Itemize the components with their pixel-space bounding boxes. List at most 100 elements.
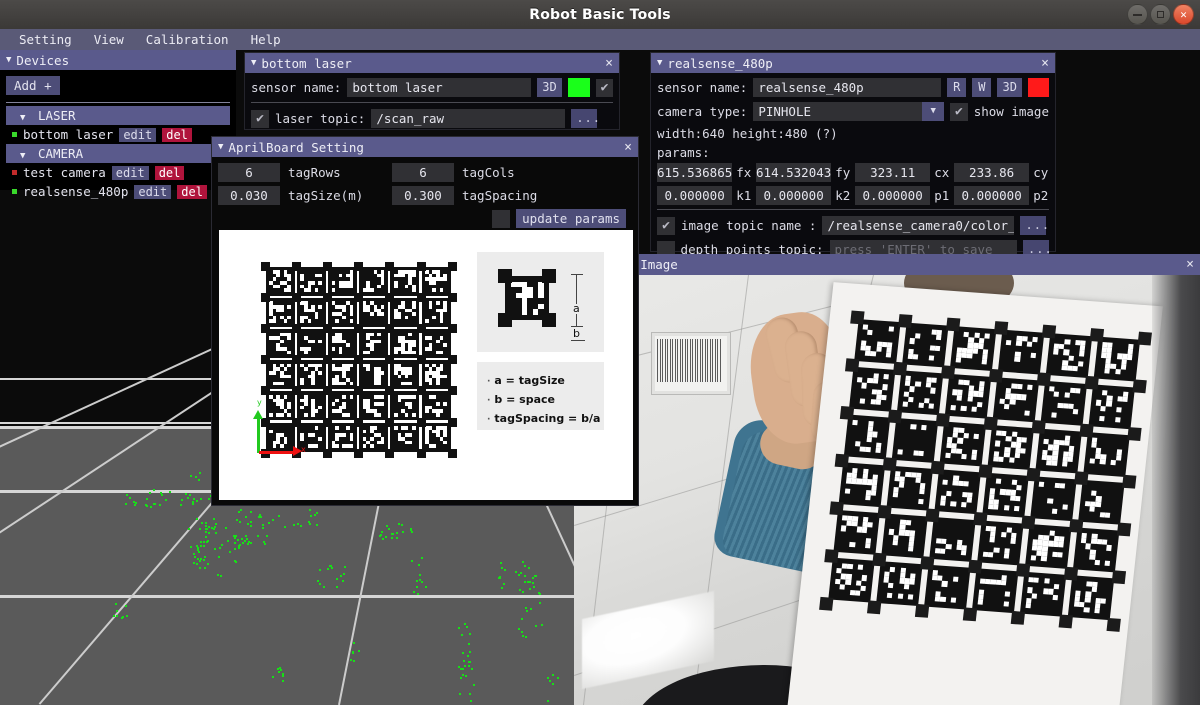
tag-dimension-legend: a b xyxy=(477,252,604,352)
sensor-name-label: sensor name: xyxy=(251,80,342,95)
device-group-laser[interactable]: ▼ LASER xyxy=(6,106,230,125)
devices-panel-body: Add + ▼ LASER bottom laser edit del ▼ CA… xyxy=(0,70,236,199)
camera-type-value: PINHOLE xyxy=(758,104,811,119)
p1-input[interactable]: 0.000000 xyxy=(855,186,931,205)
close-icon[interactable]: × xyxy=(1186,257,1194,272)
add-device-button[interactable]: Add + xyxy=(6,76,60,95)
list-item[interactable]: realsense_480p edit del xyxy=(6,182,230,201)
tag-size-input[interactable]: 0.030 xyxy=(218,186,280,205)
device-name: realsense_480p xyxy=(23,184,129,199)
chevron-down-icon[interactable]: ▼ xyxy=(218,142,223,152)
delete-button[interactable]: del xyxy=(154,165,185,180)
view-3d-button[interactable]: 3D xyxy=(537,78,562,97)
menu-item-view[interactable]: View xyxy=(83,30,135,49)
image-view-window: se_480p Image × xyxy=(574,254,1200,705)
minimize-icon[interactable] xyxy=(1127,4,1148,25)
laser-topic-input[interactable]: /scan_raw xyxy=(371,109,566,128)
cx-input[interactable]: 323.11 xyxy=(855,163,931,182)
chevron-down-icon[interactable]: ▼ xyxy=(20,113,25,123)
camera-type-row: camera type: PINHOLE ▼ ✔ show image xyxy=(657,102,1049,121)
axis-y-arrow xyxy=(253,410,263,419)
close-icon[interactable]: × xyxy=(605,56,613,71)
k1-label: k1 xyxy=(736,188,752,203)
delete-button[interactable]: del xyxy=(177,184,207,199)
update-params-checkbox[interactable] xyxy=(492,209,511,228)
laser-topic-checkbox[interactable]: ✔ xyxy=(251,109,269,128)
list-item[interactable]: bottom laser edit del xyxy=(6,125,230,144)
close-icon[interactable]: × xyxy=(624,140,632,155)
delete-button[interactable]: del xyxy=(162,127,192,142)
chevron-down-icon[interactable]: ▼ xyxy=(657,58,662,68)
image-topic-input[interactable]: /realsense_camera0/color_imag xyxy=(822,216,1015,235)
device-group-camera[interactable]: ▼ CAMERA xyxy=(6,144,230,163)
p1-label: p1 xyxy=(934,188,950,203)
divider xyxy=(657,209,1049,210)
edit-button[interactable]: edit xyxy=(134,184,172,199)
laser-enable-checkbox[interactable]: ✔ xyxy=(596,78,613,97)
params-label: params: xyxy=(657,145,710,160)
legend-text-box: · a = tagSize · b = space · tagSpacing = b/… xyxy=(477,362,604,430)
sensor-name-input[interactable]: realsense_480p xyxy=(753,78,942,97)
bullet-icon: · xyxy=(487,377,491,387)
sensor-name-row: sensor name: realsense_480p R W 3D xyxy=(657,78,1049,97)
cy-input[interactable]: 233.86 xyxy=(954,163,1030,182)
k2-input[interactable]: 0.000000 xyxy=(756,186,832,205)
bottom-laser-title: bottom laser xyxy=(261,55,352,71)
p2-label: p2 xyxy=(1033,188,1049,203)
bullet-icon: · xyxy=(487,396,491,406)
chevron-down-icon[interactable]: ▼ xyxy=(20,151,25,161)
close-icon[interactable]: × xyxy=(1041,56,1049,71)
menu-item-help[interactable]: Help xyxy=(240,30,292,49)
read-button[interactable]: R xyxy=(947,78,967,97)
devices-panel-header[interactable]: ▼ Devices xyxy=(0,50,236,70)
aprilboard-preview: y x a b · a = tagSize · b = space · tagSpac… xyxy=(219,230,633,500)
sensor-name-input[interactable]: bottom laser xyxy=(347,78,532,97)
apriltag-board-photo xyxy=(815,310,1152,681)
tag-rows-cols-row: 6 tagRows 6 tagCols xyxy=(218,163,632,182)
bottom-laser-header[interactable]: ▼ bottom laser × xyxy=(245,53,619,73)
menu-item-calibration[interactable]: Calibration xyxy=(135,30,240,49)
edit-button[interactable]: edit xyxy=(111,165,149,180)
axis-x-label: x xyxy=(301,445,306,454)
k2-label: k2 xyxy=(835,188,851,203)
intrinsics-row: 615.536865 fx 614.532043 fy 323.11 cx 23… xyxy=(657,163,1049,182)
camera-color-swatch[interactable] xyxy=(1027,78,1049,97)
k1-input[interactable]: 0.000000 xyxy=(657,186,733,205)
image-view-header[interactable]: se_480p Image × xyxy=(574,254,1200,275)
tag-spacing-input[interactable]: 0.300 xyxy=(392,186,454,205)
status-indicator-icon xyxy=(12,170,17,175)
realsense-panel: ▼ realsense_480p × sensor name: realsens… xyxy=(650,52,1056,259)
edit-button[interactable]: edit xyxy=(119,127,157,142)
tag-spacing-label: tagSpacing xyxy=(462,188,538,203)
dim-line-a xyxy=(576,274,577,304)
cy-label: cy xyxy=(1033,165,1049,180)
p2-input[interactable]: 0.000000 xyxy=(954,186,1030,205)
app-window: Robot Basic Tools ✕ Setting View Calibra… xyxy=(0,0,1200,705)
laser-topic-row: ✔ laser topic: /scan_raw ... xyxy=(251,109,613,128)
status-indicator-icon xyxy=(12,189,17,194)
laser-color-swatch[interactable] xyxy=(567,78,591,97)
aprilboard-header[interactable]: ▼ AprilBoard Setting × xyxy=(212,137,638,157)
camera-type-select[interactable]: PINHOLE ▼ xyxy=(753,102,945,121)
laser-topic-browse-button[interactable]: ... xyxy=(571,109,600,128)
maximize-icon[interactable] xyxy=(1150,4,1171,25)
image-topic-checkbox[interactable]: ✔ xyxy=(657,216,675,235)
tag-rows-input[interactable]: 6 xyxy=(218,163,280,182)
chevron-down-icon[interactable]: ▼ xyxy=(6,55,11,65)
image-topic-browse-button[interactable]: ... xyxy=(1020,216,1049,235)
fx-input[interactable]: 615.536865 xyxy=(657,163,733,182)
chevron-down-icon[interactable]: ▼ xyxy=(251,58,256,68)
menu-item-setting[interactable]: Setting xyxy=(8,30,83,49)
calibration-target-paper xyxy=(787,282,1163,705)
chevron-down-icon[interactable]: ▼ xyxy=(922,102,945,121)
realsense-header[interactable]: ▼ realsense_480p × xyxy=(651,53,1055,73)
list-item[interactable]: test camera edit del xyxy=(6,163,230,182)
update-params-button[interactable]: update params xyxy=(516,209,626,228)
fy-input[interactable]: 614.532043 xyxy=(756,163,832,182)
write-button[interactable]: W xyxy=(972,78,992,97)
show-image-checkbox[interactable]: ✔ xyxy=(950,102,968,121)
tag-cols-input[interactable]: 6 xyxy=(392,163,454,182)
view-3d-button[interactable]: 3D xyxy=(997,78,1022,97)
ceiling-vent xyxy=(652,333,730,394)
close-icon[interactable]: ✕ xyxy=(1173,4,1194,25)
